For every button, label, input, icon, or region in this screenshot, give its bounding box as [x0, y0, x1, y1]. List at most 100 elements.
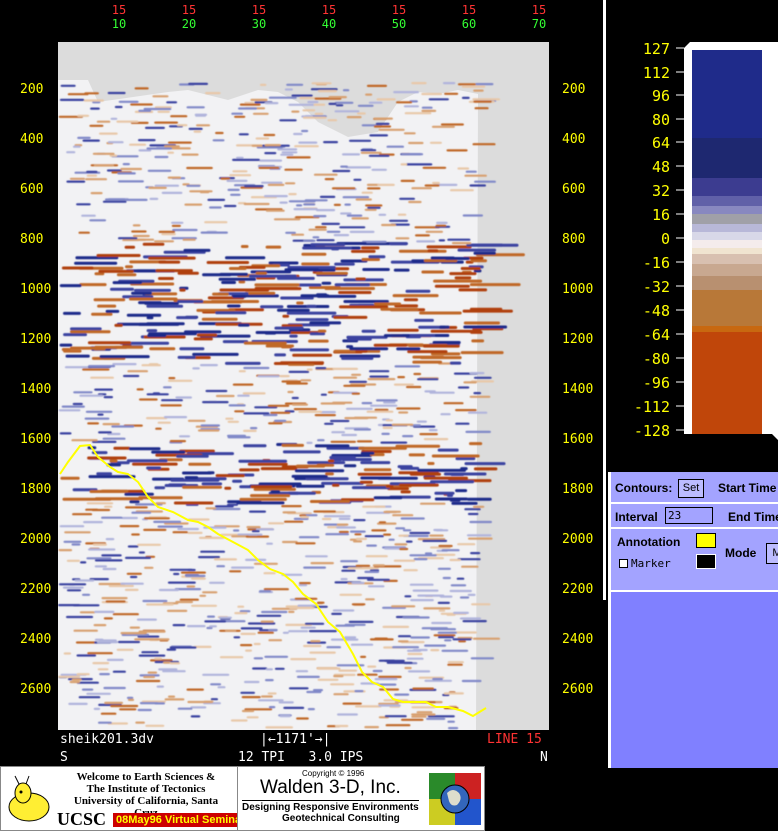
- seismic-reflection: [296, 301, 304, 305]
- seismic-reflection: [446, 149, 468, 152]
- y-tick: 1200: [562, 332, 594, 347]
- seismic-reflection: [99, 132, 118, 135]
- seismic-reflection: [321, 517, 332, 521]
- seismic-reflection: [68, 702, 88, 705]
- seismic-reflection: [148, 363, 159, 366]
- seismic-reflection: [186, 688, 204, 691]
- seismic-reflection: [460, 267, 481, 270]
- seismic-reflection: [90, 376, 114, 379]
- seismic-reflection: [129, 626, 140, 629]
- seismic-reflection: [450, 584, 467, 587]
- seismic-reflection: [367, 585, 385, 588]
- seismic-reflection: [252, 112, 269, 115]
- seismic-reflection: [470, 657, 495, 660]
- seismic-reflection: [298, 584, 308, 587]
- seismic-reflection: [192, 352, 239, 356]
- seismic-reflection: [243, 202, 270, 206]
- seismic-reflection: [404, 112, 432, 115]
- seismic-reflection: [138, 301, 162, 305]
- annotation-color-swatch[interactable]: [696, 533, 716, 548]
- seismic-reflection: [444, 92, 459, 95]
- seismic-reflection: [407, 652, 423, 656]
- seismic-reflection: [401, 718, 424, 721]
- seismic-reflection: [127, 698, 135, 701]
- seismic-section[interactable]: [58, 42, 549, 730]
- set-button[interactable]: Set: [678, 479, 704, 498]
- seismic-reflection: [437, 448, 459, 452]
- seismic-reflection: [131, 533, 140, 536]
- seismic-reflection: [181, 153, 199, 156]
- seismic-reflection: [441, 649, 469, 652]
- seismic-reflection: [455, 489, 468, 493]
- seismic-reflection: [92, 543, 107, 546]
- seismic-reflection: [99, 355, 150, 359]
- seismic-reflection: [392, 294, 439, 298]
- seismic-reflection: [422, 539, 448, 542]
- seismic-reflection: [245, 558, 267, 561]
- seismic-reflection: [402, 435, 414, 438]
- seismic-reflection: [294, 469, 345, 473]
- seismic-reflection: [426, 717, 446, 720]
- seismic-reflection: [357, 104, 374, 107]
- seismic-reflection: [398, 249, 447, 253]
- seismic-reflection: [265, 668, 273, 671]
- seismic-reflection: [245, 535, 270, 538]
- seismic-reflection: [76, 673, 90, 676]
- seismic-reflection: [381, 223, 396, 227]
- seismic-reflection: [258, 166, 280, 169]
- seismic-reflection: [146, 393, 169, 396]
- seismic-reflection: [400, 163, 408, 166]
- interval-input[interactable]: [665, 507, 713, 524]
- seismic-reflection: [89, 124, 104, 127]
- marker-checkbox[interactable]: [619, 559, 628, 568]
- seismic-reflection: [385, 724, 411, 727]
- seismic-reflection: [231, 566, 255, 569]
- seismic-reflection: [116, 273, 137, 277]
- seismic-reflection: [264, 102, 279, 105]
- seismic-reflection: [113, 446, 131, 450]
- mode-button[interactable]: M: [766, 543, 778, 564]
- seismic-reflection: [434, 334, 450, 337]
- seismic-reflection: [59, 432, 72, 435]
- seismic-reflection: [273, 218, 301, 221]
- seismic-reflection: [421, 92, 443, 96]
- seismic-reflection: [329, 456, 356, 459]
- seismic-reflection: [167, 581, 196, 584]
- seismic-reflection: [469, 442, 483, 446]
- seismic-reflection: [282, 540, 298, 544]
- seismic-reflection: [234, 410, 245, 413]
- seismic-reflection: [365, 555, 388, 558]
- seismic-reflection: [200, 364, 218, 367]
- colorbar-label: 0: [660, 230, 670, 248]
- seismic-reflection: [268, 422, 283, 425]
- seismic-reflection: [158, 588, 179, 592]
- seismic-reflection: [175, 396, 192, 399]
- seismic-reflection: [105, 309, 120, 313]
- seismic-reflection: [73, 391, 93, 394]
- seismic-reflection: [430, 649, 440, 652]
- seismic-reflection: [265, 679, 274, 682]
- seismic-reflection: [167, 609, 188, 612]
- seismic-reflection: [259, 590, 271, 593]
- seismic-reflection: [449, 361, 462, 365]
- seismic-reflection: [367, 378, 396, 381]
- seismic-reflection: [426, 245, 472, 249]
- seismic-reflection: [164, 145, 180, 148]
- seismic-reflection: [330, 419, 350, 423]
- seismic-reflection: [100, 489, 129, 493]
- seismic-reflection: [239, 497, 287, 501]
- seismic-reflection: [146, 304, 184, 308]
- seismic-reflection: [179, 347, 205, 351]
- seismic-reflection: [317, 439, 325, 442]
- seismic-reflection: [74, 261, 118, 265]
- seismic-reflection: [293, 208, 318, 211]
- seismic-reflection: [255, 331, 291, 334]
- marker-color-swatch[interactable]: [696, 554, 716, 569]
- seismic-reflection: [395, 237, 410, 240]
- banana-slug-logo: [8, 775, 50, 822]
- seismic-reflection: [209, 581, 225, 584]
- seismic-reflection: [472, 98, 501, 101]
- seismic-reflection: [444, 639, 452, 642]
- seismic-reflection: [168, 377, 176, 380]
- seismic-reflection: [248, 533, 258, 536]
